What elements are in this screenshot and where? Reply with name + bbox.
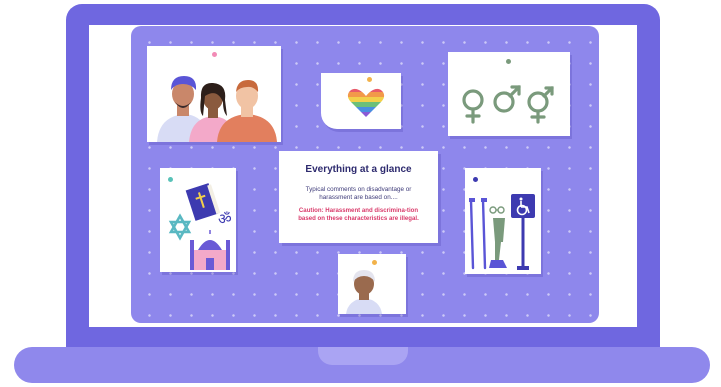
religion-symbols-icon: ॐ (168, 183, 232, 270)
illustration-stage: ॐ Everything at a glance Typical comment… (0, 0, 721, 387)
info-card: Everything at a glance Typical comments … (279, 151, 438, 243)
note-gender (448, 52, 570, 136)
gender-symbols-icon (462, 85, 554, 124)
card-title: Everything at a glance (305, 164, 412, 175)
note-ethnicity (147, 46, 281, 142)
disability-aids-icon (469, 194, 535, 270)
note-disability (465, 168, 541, 274)
card-caution: Caution: Harassment and discrimina-tion … (298, 207, 419, 222)
note-age (338, 254, 406, 314)
note-religion: ॐ (160, 168, 236, 272)
laptop-notch (318, 347, 408, 365)
note-sexual-orientation (321, 73, 401, 129)
card-body: Typical comments on disadvantage or hara… (305, 186, 412, 201)
elderly-person-icon (346, 270, 382, 314)
rainbow-heart-icon (347, 88, 385, 117)
people-illustration (157, 76, 277, 142)
svg-text:ॐ: ॐ (218, 210, 232, 228)
